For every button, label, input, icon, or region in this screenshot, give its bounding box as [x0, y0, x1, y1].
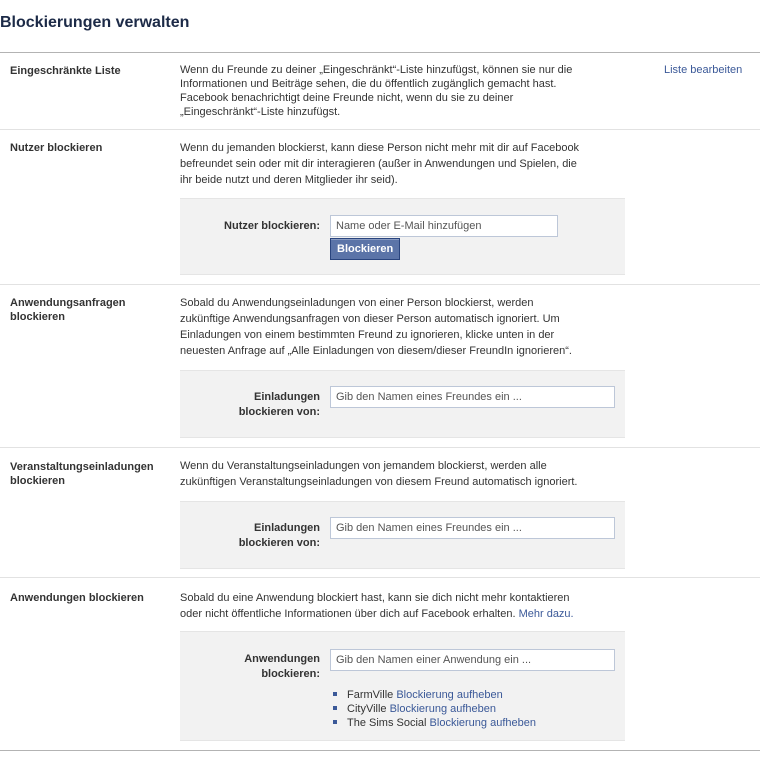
- section-label: Anwendungen blockieren: [10, 592, 144, 604]
- block-users-section: Nutzer blockieren Wenn du jemanden block…: [0, 129, 760, 284]
- app-requests-section: Anwendungsanfragen blockieren Sobald du …: [0, 284, 760, 447]
- unblock-link[interactable]: Blockierung aufheben: [430, 717, 536, 729]
- list-item: FarmVille Blockierung aufheben: [333, 688, 536, 702]
- invites-field-label: Einladungen blockieren von:: [238, 391, 320, 418]
- page-title: Blockierungen verwalten: [0, 14, 190, 31]
- edit-list-link[interactable]: Liste bearbeiten: [664, 64, 742, 76]
- section-description: Sobald du Anwendungseinladungen von eine…: [180, 297, 572, 357]
- section-description: Wenn du Veranstaltungseinladungen von je…: [180, 460, 578, 488]
- block-apps-input[interactable]: [330, 649, 615, 671]
- block-users-input[interactable]: [330, 215, 558, 237]
- section-description: Wenn du Freunde zu deiner „Eingeschränkt…: [180, 64, 573, 118]
- event-invites-section: Veranstaltungseinladungen blockieren Wen…: [0, 447, 760, 577]
- section-description: Wenn du jemanden blockierst, kann diese …: [180, 142, 580, 186]
- invites-field-label: Einladungen blockieren von:: [238, 522, 320, 549]
- section-label: Anwendungsanfragen blockieren: [10, 297, 126, 323]
- bullet-icon: [333, 692, 337, 697]
- section-label: Eingeschränkte Liste: [10, 65, 121, 77]
- bullet-icon: [333, 720, 337, 725]
- section-label: Nutzer blockieren: [10, 142, 103, 154]
- section-description: Sobald du eine Anwendung blockiert hast,…: [180, 592, 574, 620]
- app-requests-friend-input[interactable]: [330, 386, 615, 408]
- app-name: CityVille: [347, 703, 387, 715]
- app-requests-panel: Einladungen blockieren von:: [180, 370, 625, 438]
- list-item: The Sims Social Blockierung aufheben: [333, 716, 536, 730]
- app-name: The Sims Social: [347, 717, 427, 729]
- block-users-field-label: Nutzer blockieren:: [224, 220, 320, 232]
- event-invites-panel: Einladungen blockieren von:: [180, 501, 625, 569]
- unblock-link[interactable]: Blockierung aufheben: [390, 703, 496, 715]
- app-name: FarmVille: [347, 689, 394, 701]
- footer-divider: [0, 750, 760, 751]
- block-users-panel: Nutzer blockieren: Blockieren: [180, 198, 625, 275]
- list-item: CityVille Blockierung aufheben: [333, 702, 536, 716]
- restricted-list-section: Eingeschränkte Liste Wenn du Freunde zu …: [0, 53, 760, 129]
- apps-field-label: Anwendungen blockieren:: [244, 653, 320, 680]
- blocked-apps-list: FarmVille Blockierung aufheben CityVille…: [333, 688, 536, 730]
- section-label: Veranstaltungseinladungen blockieren: [10, 461, 154, 487]
- block-button[interactable]: Blockieren: [330, 238, 401, 260]
- unblock-link[interactable]: Blockierung aufheben: [396, 689, 502, 701]
- learn-more-link[interactable]: Mehr dazu.: [519, 608, 574, 620]
- block-apps-section: Anwendungen blockieren Sobald du eine An…: [0, 577, 760, 750]
- event-invites-friend-input[interactable]: [330, 517, 615, 539]
- bullet-icon: [333, 706, 337, 711]
